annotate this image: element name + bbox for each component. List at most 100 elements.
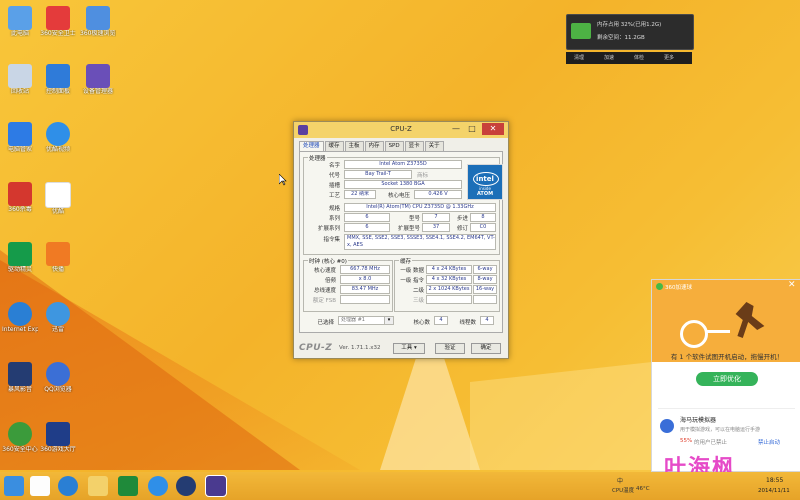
video-icon[interactable] [148, 476, 168, 496]
desktop-icon-driver-genius[interactable]: 驱动精灵 [2, 242, 38, 273]
recycle-bin-icon [8, 64, 32, 88]
chip-icon [86, 64, 110, 88]
tab-cpu[interactable]: 处理器 [299, 141, 324, 151]
l3-ways [473, 295, 497, 304]
popup-item-desc: 用于模拟游戏，可以在电脑运行手游 [680, 427, 761, 433]
popup-item-rate: 的用户已禁止 [694, 440, 728, 446]
technology-value: 22 纳米 [344, 190, 376, 199]
codename-label: 代号 [328, 173, 340, 179]
ext-family-label: 扩展系列 [317, 226, 340, 232]
youku-icon [45, 182, 71, 208]
popup-header: 360加速球 ✕ [652, 280, 800, 362]
desktop-icon-control-panel[interactable]: 控制面板 [40, 64, 76, 95]
ok-button[interactable]: 确定 [471, 343, 501, 354]
stepping-value: 8 [470, 213, 496, 222]
family-value: 6 [344, 213, 390, 222]
clock-date[interactable]: 2014/11/11 [758, 488, 790, 494]
desktop-icon-qq-browser[interactable]: QQ浏览器 [40, 362, 76, 393]
ext-model-value: 37 [422, 223, 450, 232]
desktop-icon-ie[interactable]: Internet Explorer [2, 302, 38, 333]
desktop-icon-kuaibo[interactable]: 快播 [40, 242, 76, 273]
file-explorer-icon[interactable] [88, 476, 108, 496]
desktop-icon-360safe[interactable]: 360安全卫士 [40, 6, 76, 37]
codename-value: Bay Trail-T [344, 170, 412, 179]
clock-time[interactable]: 18:55 [766, 477, 783, 484]
package-label: 插槽 [328, 183, 340, 189]
minimize-button[interactable]: — [448, 123, 464, 135]
threads-label: 线程数 [459, 320, 476, 326]
cores-label: 核心数 [413, 320, 430, 326]
tab-about[interactable]: 关于 [424, 141, 444, 151]
input-language[interactable]: 中 [617, 476, 623, 485]
store-icon[interactable] [30, 476, 50, 496]
windows-store-icon[interactable] [118, 476, 138, 496]
desktop-icon-recycle-bin[interactable]: 回收站 [2, 64, 38, 95]
close-button[interactable]: ✕ [482, 123, 504, 135]
desktop-icon-baofeng[interactable]: 暴风影音 [2, 362, 38, 393]
cpu-temp-label: CPU温度 [612, 488, 635, 494]
technology-label: 工艺 [328, 193, 340, 199]
memory-widget[interactable]: 内存占用 32%(已用1.2G) 剩余空间：11.2GB [566, 14, 694, 50]
control-panel-icon [46, 64, 70, 88]
processor-select[interactable]: 处理器 #1 [338, 316, 386, 325]
l1-data-value: 4 x 24 KBytes [426, 265, 472, 274]
popup-item-action[interactable]: 禁止启动 [758, 438, 780, 446]
popup-message: 有 1 个软件试图开机启动，拖慢开机！ [670, 353, 784, 361]
bus-speed-label: 总线速度 [313, 288, 336, 294]
tab-caches[interactable]: 缓存 [324, 141, 344, 151]
desktop-icon-youku-video[interactable]: 优酷视频 [40, 122, 76, 153]
desktop-icon-device-manager[interactable]: 设备管理器 [80, 64, 116, 95]
cpuz-bottom-bar: CPU-Z Ver. 1.71.1.x32 工具 ▾ 验证 确定 [299, 343, 503, 354]
widget-action-more[interactable]: 更多 [664, 54, 674, 61]
desktop-icon-360browser[interactable]: 360极速浏览器 [80, 6, 116, 37]
ie-icon[interactable] [58, 476, 78, 496]
core-speed-value: 667.78 MHz [340, 265, 390, 274]
threads-value: 4 [480, 316, 494, 325]
runner-illustration-icon [735, 302, 765, 338]
l2-label: 二级 [412, 288, 424, 294]
widget-action-clean[interactable]: 清理 [574, 54, 584, 61]
popup-item-percent: 55% [680, 438, 693, 444]
play-icon [46, 122, 70, 146]
ext-model-label: 扩展型号 [397, 226, 420, 232]
desktop-icon-360antivirus[interactable]: 360杀毒 [2, 182, 38, 213]
model-value: 7 [422, 213, 450, 222]
kuaibo-icon [46, 242, 70, 266]
tab-memory[interactable]: 内存 [364, 141, 384, 151]
desktop-icon-360games[interactable]: 360游戏大厅 [40, 422, 76, 453]
tab-mainboard[interactable]: 主板 [344, 141, 364, 151]
widget-action-bar: 清理 加速 体检 更多 [566, 52, 692, 64]
tab-spd[interactable]: SPD [384, 141, 404, 151]
padlock-illustration-icon [680, 320, 708, 348]
processor-group: 处理器 名字 Intel Atom Z3735D 代号 Bay Trail-T … [303, 154, 503, 255]
start-icon[interactable] [4, 476, 24, 496]
cores-value: 4 [434, 316, 448, 325]
game-icon [46, 422, 70, 446]
validate-button[interactable]: 验证 [435, 343, 465, 354]
desktop-icon-youku[interactable]: 优酷 [40, 182, 76, 215]
widget-action-speed[interactable]: 加速 [604, 54, 614, 61]
tab-graphics[interactable]: 显卡 [404, 141, 424, 151]
cpuz-titlebar[interactable]: CPU-Z — □ ✕ [294, 122, 508, 138]
cpuz-tabs: 处理器 缓存 主板 内存 SPD 显卡 关于 [299, 141, 445, 151]
widget-action-check[interactable]: 体检 [634, 54, 644, 61]
desktop-icon-xunlei[interactable]: 迅雷 [40, 302, 76, 333]
desktop-icon-computer[interactable]: 此电脑 [2, 6, 38, 37]
package-value: Socket 1380 BGA [344, 180, 462, 189]
cpuz-window: CPU-Z — □ ✕ 处理器 缓存 主板 内存 SPD 显卡 关于 处理器 名… [293, 121, 509, 359]
optimize-now-button[interactable]: 立即优化 [696, 372, 758, 386]
l1-inst-value: 4 x 32 KBytes [426, 275, 472, 284]
game-taskbar-icon[interactable] [176, 476, 196, 496]
restore-button[interactable]: □ [464, 123, 480, 135]
tools-button[interactable]: 工具 ▾ [393, 343, 425, 354]
cpuz-taskbar-icon[interactable] [205, 475, 227, 497]
popup-close-button[interactable]: ✕ [788, 280, 796, 290]
cpuz-logo: CPU-Z [299, 343, 333, 353]
desktop-icon-pc-manager[interactable]: 电脑管家 [2, 122, 38, 153]
desktop-icon-360center[interactable]: 360安全中心 [2, 422, 38, 453]
l1-inst-label: 一级 指令 [400, 278, 424, 284]
baofeng-icon [8, 362, 32, 386]
ext-family-value: 6 [344, 223, 390, 232]
l2-value: 2 x 1024 KBytes [426, 285, 472, 294]
chevron-down-icon[interactable]: ▾ [384, 316, 394, 325]
